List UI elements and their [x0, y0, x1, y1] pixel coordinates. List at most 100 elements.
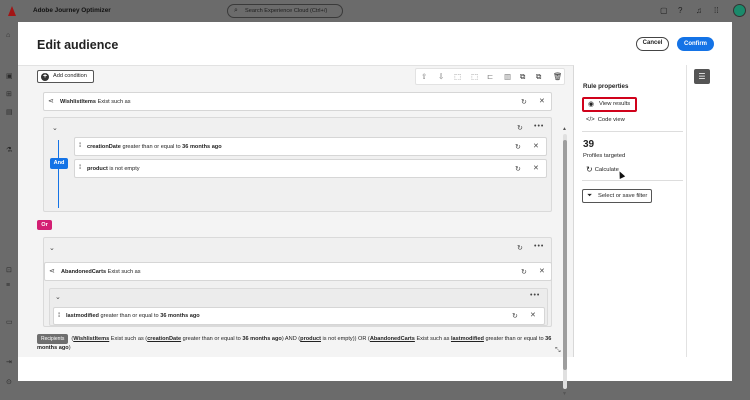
move-up-icon[interactable]: ⇧	[421, 72, 427, 81]
nav-icon[interactable]: ⚗	[6, 146, 12, 154]
code-icon: </>	[586, 117, 595, 123]
wishlist-rule-card[interactable]: ⋖ WishlistItems Exist such as ↻ ✕	[43, 92, 552, 111]
drag-handle-icon[interactable]: ⁞⁞	[79, 165, 82, 171]
refresh-icon: ↻	[586, 165, 593, 174]
condition-text: product is not empty	[87, 166, 140, 172]
profile-count-label: Profiles targeted	[583, 153, 626, 159]
relation-icon: ⋖	[48, 98, 54, 105]
expand-icon[interactable]: ⤡	[555, 347, 561, 355]
view-results-button[interactable]: ◉ View results	[582, 97, 637, 112]
mouse-cursor-icon	[616, 170, 626, 179]
condition-text: creationDate greater than or equal to 36…	[87, 144, 222, 150]
avatar[interactable]	[733, 4, 746, 17]
nav-icon[interactable]: ⊡	[6, 266, 12, 274]
divider	[582, 131, 683, 132]
nested-group: ⌄ ••• ⁞⁞ lastmodified greater than or eq…	[49, 288, 548, 326]
scroll-down-icon[interactable]: ▼	[562, 391, 567, 397]
drag-handle-icon[interactable]: ⁞⁞	[79, 143, 82, 149]
refresh-icon[interactable]: ↻	[521, 98, 527, 106]
wishlist-rule-text: WishlistItems Exist such as	[60, 99, 131, 105]
recipients-tag: Recipients	[37, 334, 69, 344]
view-results-label: View results	[599, 101, 631, 107]
nav-icon[interactable]: ⊞	[6, 90, 12, 98]
rule-canvas: ⋖ WishlistItems Exist such as ↻ ✕ ⌄ ↻ ••…	[37, 89, 565, 327]
left-nav-rail: ⌂ ▣ ⊞ ▤ ⚗ ⊡ ≡ ▭ ⇥ ⊙	[0, 22, 18, 400]
more-icon[interactable]: •••	[534, 243, 544, 250]
condition-row[interactable]: ⁞⁞ lastmodified greater than or equal to…	[53, 307, 545, 325]
close-icon[interactable]: ✕	[533, 164, 539, 172]
help-icon[interactable]: ?	[678, 6, 682, 15]
abandoned-rule-text: AbandonedCarts Exist such as	[61, 269, 141, 275]
refresh-icon[interactable]: ↻	[512, 312, 518, 320]
outdent-icon[interactable]: ⊏	[487, 72, 493, 81]
filter-icon: ⏷	[587, 192, 593, 199]
add-condition-label: Add condition	[53, 73, 87, 79]
abandoned-rule-card[interactable]: ⋖ AbandonedCarts Exist such as ↻ ✕	[44, 262, 552, 281]
chat-icon[interactable]: ▢	[660, 6, 668, 15]
refresh-icon[interactable]: ↻	[515, 143, 521, 151]
drag-handle-icon[interactable]: ⁞⁞	[58, 313, 61, 319]
chevron-down-icon[interactable]: ⌄	[49, 244, 55, 252]
nav-icon[interactable]: ⊙	[6, 378, 12, 386]
refresh-icon[interactable]: ↻	[521, 268, 527, 276]
refresh-icon[interactable]: ↻	[515, 165, 521, 173]
chevron-down-icon[interactable]: ⌄	[55, 293, 61, 301]
more-icon[interactable]: •••	[530, 292, 540, 299]
vertical-scrollbar[interactable]: ▲ ▼	[562, 126, 567, 400]
edit-audience-dialog: Edit audience Cancel Confirm + Add condi…	[18, 22, 732, 397]
nav-icon[interactable]: ⇥	[6, 358, 12, 366]
plus-icon: +	[41, 73, 49, 81]
background-dim	[18, 381, 732, 400]
ungroup-icon[interactable]: ⬚	[471, 72, 478, 81]
close-icon[interactable]: ✕	[533, 142, 539, 150]
cancel-button[interactable]: Cancel	[636, 37, 669, 51]
properties-toggle-icon[interactable]: ☰	[694, 69, 710, 84]
and-badge[interactable]: And	[50, 158, 68, 169]
scroll-thumb[interactable]	[563, 140, 567, 370]
paste-icon[interactable]: ⧉	[536, 72, 541, 82]
delete-icon[interactable]: 🗑	[553, 72, 563, 81]
bell-icon[interactable]: ♫	[696, 6, 702, 15]
home-icon[interactable]: ⌂	[6, 32, 10, 39]
nav-icon[interactable]: ▭	[6, 318, 13, 326]
calculate-button[interactable]: ↻ Calculate	[586, 165, 619, 174]
close-icon[interactable]: ✕	[539, 97, 545, 105]
group-icon[interactable]: ⬚	[454, 72, 461, 81]
refresh-icon[interactable]: ↻	[517, 244, 523, 252]
select-or-save-filter-button[interactable]: ⏷ Select or save filter	[582, 189, 652, 203]
scroll-up-icon[interactable]: ▲	[562, 126, 567, 132]
close-icon[interactable]: ✕	[539, 267, 545, 275]
clipboard-icon[interactable]: ▥	[504, 72, 511, 81]
eye-icon: ◉	[588, 101, 595, 108]
and-connector-line	[58, 140, 59, 208]
app-title: Adobe Journey Optimizer	[33, 7, 111, 14]
move-down-icon[interactable]: ⇩	[438, 72, 444, 81]
more-icon[interactable]: •••	[534, 123, 544, 130]
close-icon[interactable]: ✕	[530, 311, 536, 319]
chevron-down-icon[interactable]: ⌄	[52, 124, 58, 132]
panel-title: Rule properties	[583, 83, 629, 90]
relation-icon: ⋖	[49, 268, 55, 275]
or-badge[interactable]: Or	[37, 220, 52, 230]
code-view-button[interactable]: </> Code view	[586, 117, 625, 123]
add-condition-button[interactable]: + Add condition	[37, 70, 94, 83]
editor-toolbar: ⇧ ⇩ ⬚ ⬚ ⊏ ▥ ⧉ ⧉ 🗑	[415, 68, 565, 85]
condition-row[interactable]: ⁞⁞ creationDate greater than or equal to…	[74, 137, 547, 156]
nav-icon[interactable]: ▣	[6, 72, 13, 80]
refresh-icon[interactable]: ↻	[517, 124, 523, 132]
nav-icon[interactable]: ▤	[6, 108, 13, 116]
top-bar: Adobe Journey Optimizer ⌕ Search Experie…	[0, 0, 750, 22]
nav-icon[interactable]: ≡	[6, 282, 10, 289]
and-group: ⌄ ↻ ••• And ⁞⁞ creationDate greater than…	[43, 117, 552, 212]
rule-properties-panel: Rule properties ◉ View results </> Code v…	[575, 65, 686, 357]
copy-icon[interactable]: ⧉	[520, 72, 525, 82]
search-input[interactable]: ⌕ Search Experience Cloud (Ctrl+/)	[227, 4, 343, 18]
rule-editor: + Add condition ⇧ ⇩ ⬚ ⬚ ⊏ ▥ ⧉ ⧉ 🗑 ⋖ Wish…	[18, 65, 574, 397]
search-icon: ⌕	[234, 7, 238, 14]
rule-summary: Recipients (WishlistItems Exist such as (…	[37, 334, 552, 351]
profile-count: 39	[583, 139, 595, 150]
confirm-button[interactable]: Confirm	[677, 37, 714, 51]
apps-grid-icon[interactable]: ⁞⁞	[714, 6, 718, 15]
condition-row[interactable]: ⁞⁞ product is not empty ↻ ✕	[74, 159, 547, 178]
or-group: ⌄ ↻ ••• ⋖ AbandonedCarts Exist such as ↻…	[43, 237, 552, 327]
